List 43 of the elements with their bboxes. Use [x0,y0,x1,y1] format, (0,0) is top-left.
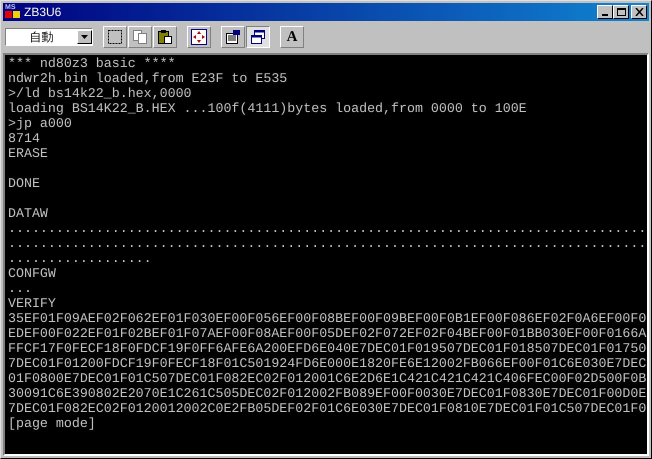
close-icon [634,8,644,16]
terminal-line: CONFGW [8,266,56,281]
terminal-line: loading BS14K22_B.HEX ...100f(4111)bytes loaded,from 0000 to 100E [8,101,527,116]
terminal-line: ndwr2h.bin loaded,from E23F to E535 [8,71,288,86]
minimize-button[interactable] [597,5,613,19]
terminal-line: ................................................................................ [8,236,646,251]
selection-icon [107,29,123,45]
terminal-line: 30091C6E390802E2070E1C261C505DEC02F012002FB089EF00F0030E7DEC01F0830E7DEC01F00D0E [8,386,646,401]
terminal-line: 35EF01F09AEF02F062EF01F030EF00F056EF00F08BEF00F09BEF00F0B1EF00F086EF02F0A6EF00F0 [8,311,646,326]
terminal-line: 7DEC01F082EC02F0120012002C0E2FB05DEF02F01C6E030E7DEC01F0810E7DEC01F01C507DEC01F0 [8,401,646,416]
terminal-line: 01F0800E7DEC01F01C507DEC01F082EC02F012001C6E2D6E1C421C421C421C406FEC00F02D500F0B [8,371,646,386]
terminal-line: DATAW [8,206,48,221]
terminal-line: [page mode] [8,416,96,431]
terminal-line: VERIFY [8,296,56,311]
terminal-line: .................. [8,251,152,266]
terminal-line: ... [8,281,32,296]
terminal-line: FFCF17F0FECF18F0FDCF19F0FF6AFE6A200EFD6E040E7DEC01F019507DEC01F018507DEC01F01750 [8,341,646,356]
font-button[interactable]: A [280,26,304,48]
terminal-line: ................................................................................ [8,221,646,236]
maximize-icon [616,8,626,16]
font-size-dropdown[interactable]: 自動 [5,28,93,46]
copy-button[interactable] [128,26,152,48]
terminal-line: 7DEC01F01200FDCF19F0FECF18F01C501924FD6E000E1820FE6E12002FB066EF00F01C6E030E7DEC [8,356,646,371]
paste-button[interactable] [153,26,177,48]
fullscreen-button[interactable] [187,26,211,48]
terminal-line: 8714 [8,131,40,146]
terminal-line: EDEF00F022EF01F02BEF01F07AEF00F08AEF00F05DEF02F072EF02F04BEF00F01BB030EF00F0166A [8,326,646,341]
terminal-line: *** nd80z3 basic **** [8,56,176,71]
dropdown-value: 自動 [28,31,54,43]
mark-button[interactable] [103,26,127,48]
copy-icon [132,29,148,45]
terminal-line: ERASE [8,146,48,161]
terminal-line: DONE [8,176,40,191]
paste-icon [157,29,173,45]
maximize-button[interactable] [613,5,629,19]
properties-icon [225,29,241,45]
windows-icon [250,29,266,45]
properties-button[interactable] [221,26,245,48]
terminal-line: >jp a000 [8,116,72,131]
terminal-line: >/ld bs14k22_b.hex,0000 [8,86,192,101]
move-arrows-icon [191,29,207,45]
close-button[interactable] [631,5,647,19]
window-title: ZB3U6 [24,6,62,18]
